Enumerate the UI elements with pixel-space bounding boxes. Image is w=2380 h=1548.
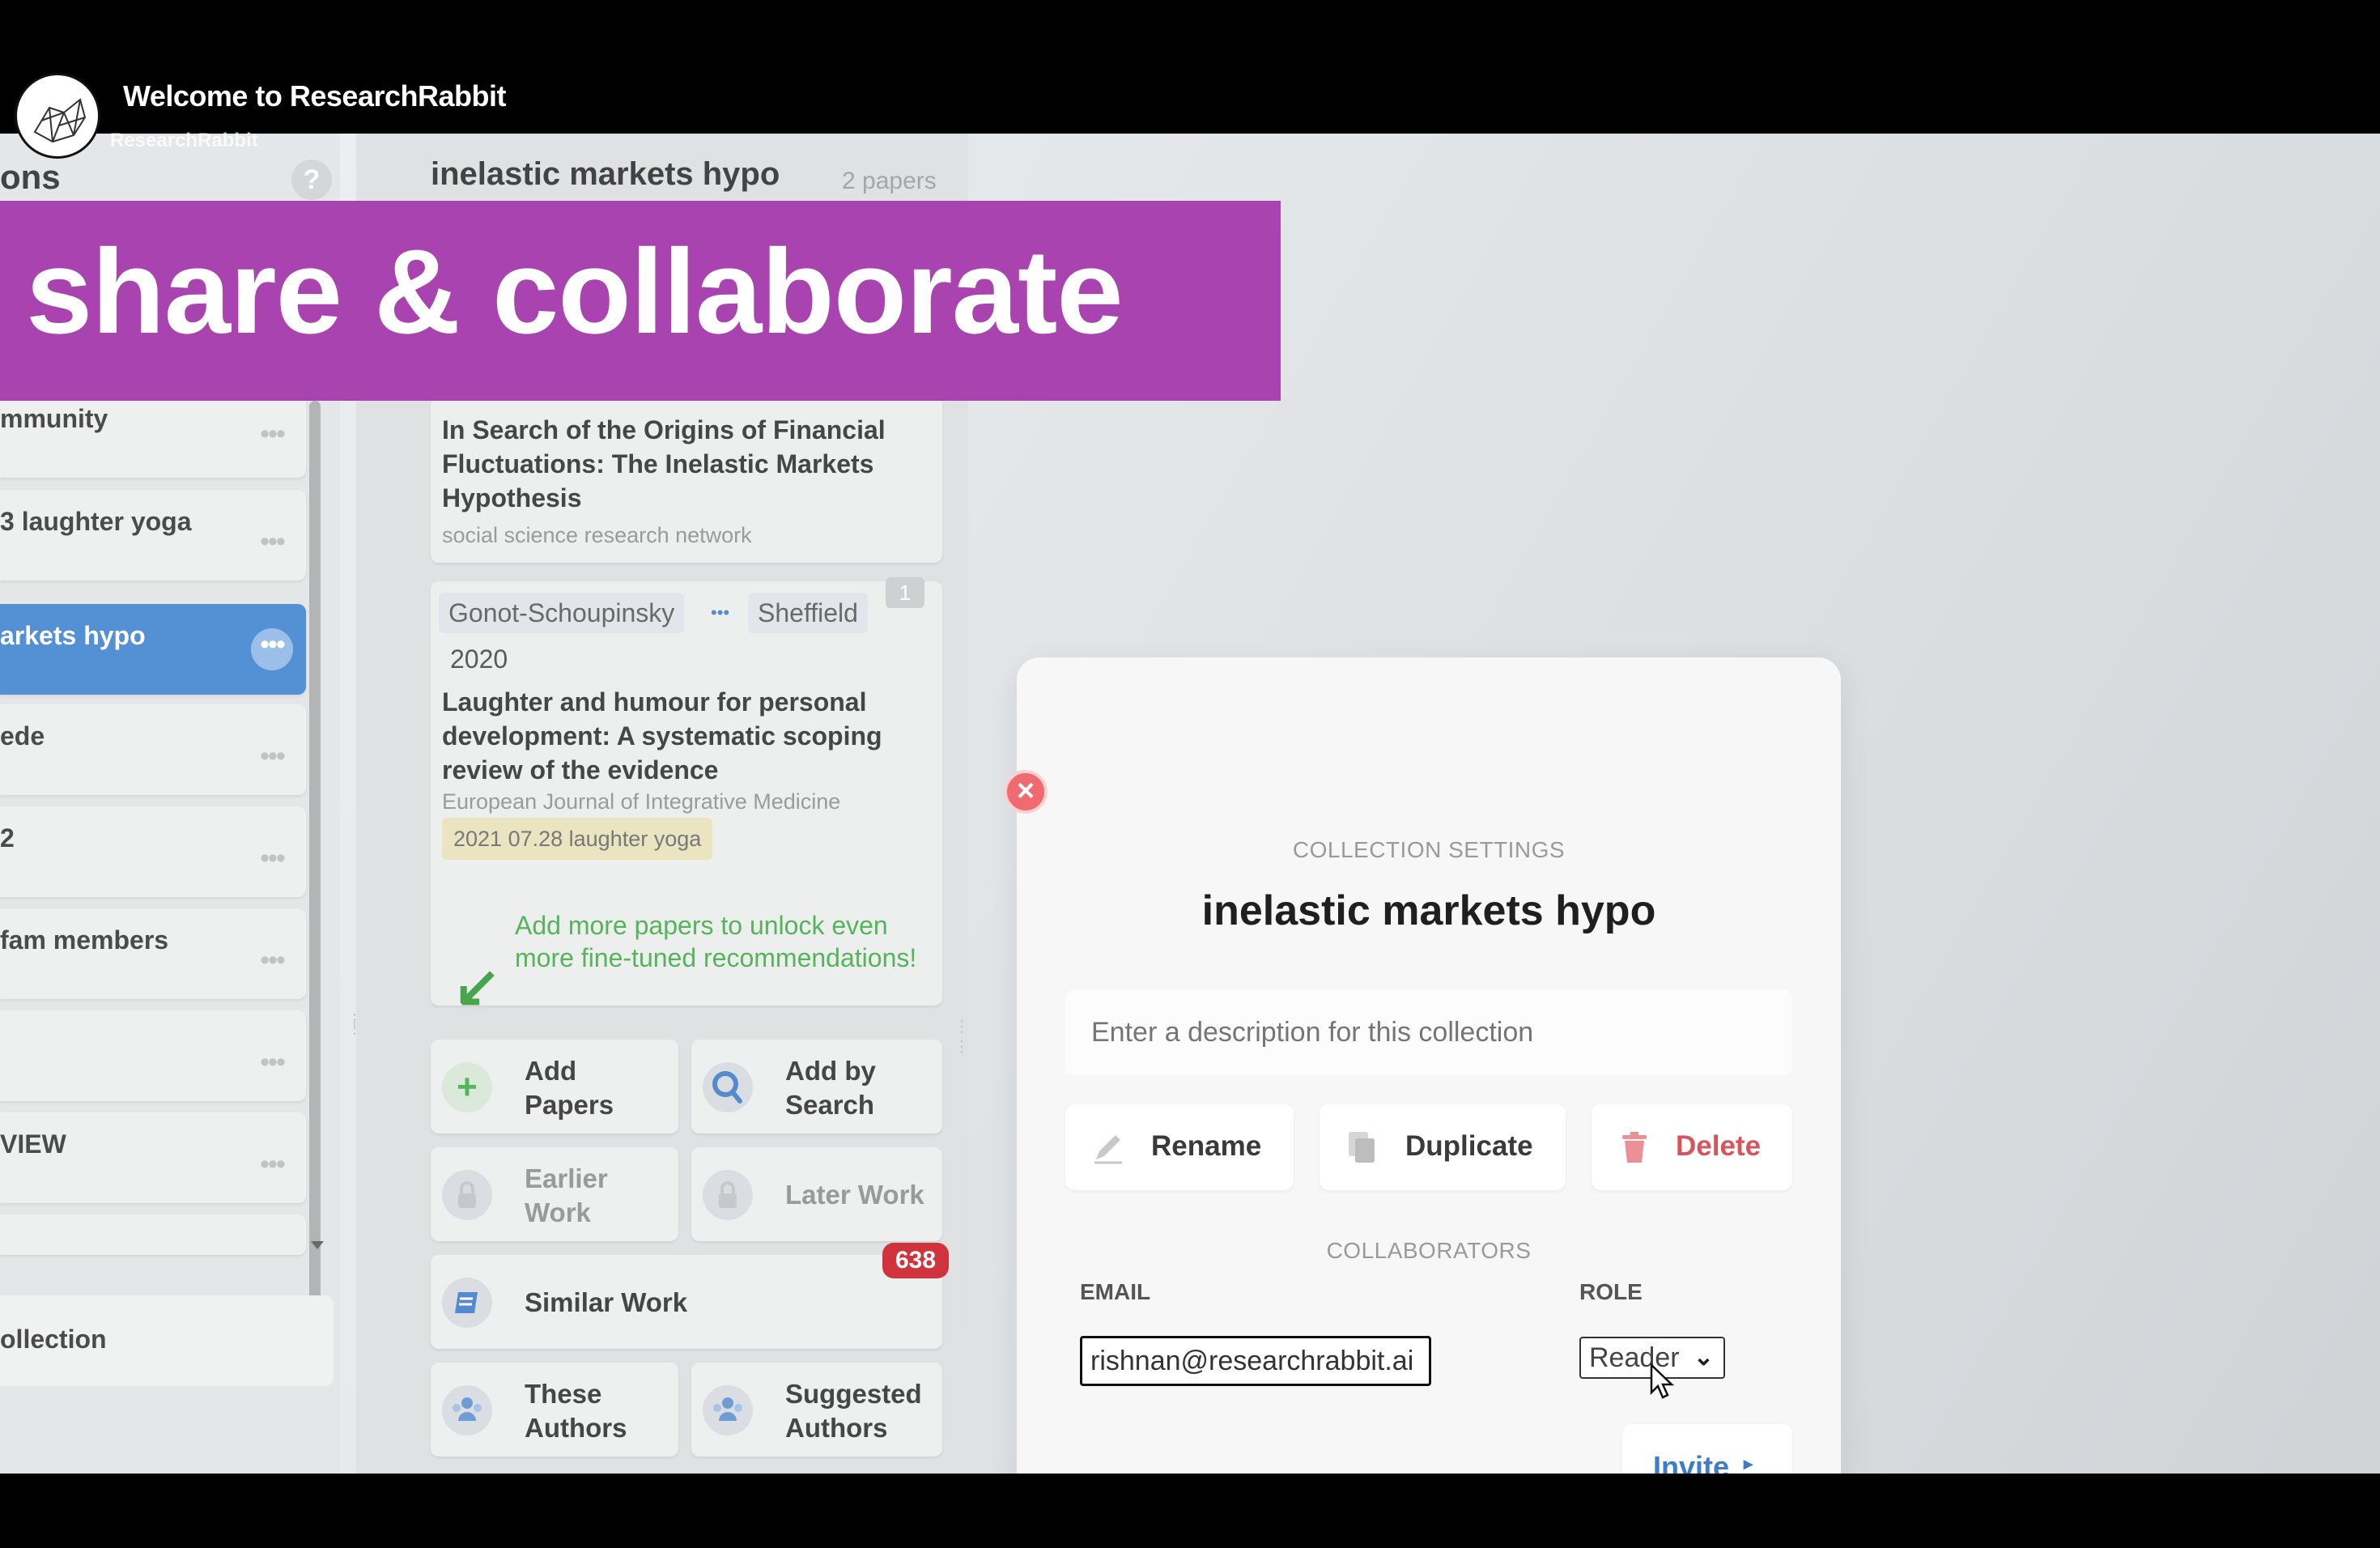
collection-settings-heading: COLLECTION SETTINGS <box>1292 837 1566 862</box>
delete-label: Delete <box>1676 1130 1762 1162</box>
channel-logo[interactable] <box>15 73 100 159</box>
delete-button[interactable]: Delete <box>1592 1104 1792 1190</box>
banner-text: share & collaborate <box>26 225 1124 359</box>
rename-button[interactable]: Rename <box>1065 1104 1294 1190</box>
title-banner: share & collaborate <box>0 201 1281 401</box>
close-modal-button[interactable]: × <box>1004 770 1048 814</box>
collaborator-email-input[interactable]: rishnan@researchrabbit.ai <box>1080 1336 1431 1386</box>
description-input[interactable] <box>1065 989 1792 1075</box>
chevron-down-icon: ⌄ <box>1693 1344 1714 1371</box>
duplicate-button[interactable]: Duplicate <box>1320 1104 1566 1190</box>
collection-name-title: inelastic markets hypo <box>1201 887 1656 934</box>
email-column-header: EMAIL <box>1080 1279 1151 1304</box>
channel-name[interactable]: ResearchRabbit <box>110 130 258 152</box>
trash-icon <box>1622 1132 1647 1163</box>
duplicate-label: Duplicate <box>1405 1130 1533 1162</box>
mouse-cursor-icon <box>1650 1363 1675 1399</box>
similar-work-count-badge: 638 <box>882 1243 950 1278</box>
invite-label: Invite <box>1653 1450 1730 1474</box>
video-title[interactable]: Welcome to ResearchRabbit <box>123 79 506 113</box>
video-bottom-bar <box>0 1474 2380 1548</box>
collection-settings-modal: COLLECTION SETTINGS inelastic markets hy… <box>1017 657 1841 1474</box>
collaborators-heading: COLLABORATORS <box>1326 1238 1532 1263</box>
pencil-icon <box>1094 1135 1122 1164</box>
research-rabbit-app: ons ? th effects in mmunity ••• 3 laught… <box>0 134 2380 1474</box>
video-top-bar <box>0 0 2380 134</box>
copy-icon <box>1349 1132 1375 1163</box>
play-arrow-icon: ▸ <box>1744 1453 1753 1474</box>
video-frame: Welcome to ResearchRabbit ResearchRabbit… <box>0 0 2380 1548</box>
rename-label: Rename <box>1151 1130 1262 1162</box>
invite-button[interactable]: Invite ▸ <box>1622 1424 1792 1474</box>
role-column-header: ROLE <box>1579 1279 1643 1304</box>
